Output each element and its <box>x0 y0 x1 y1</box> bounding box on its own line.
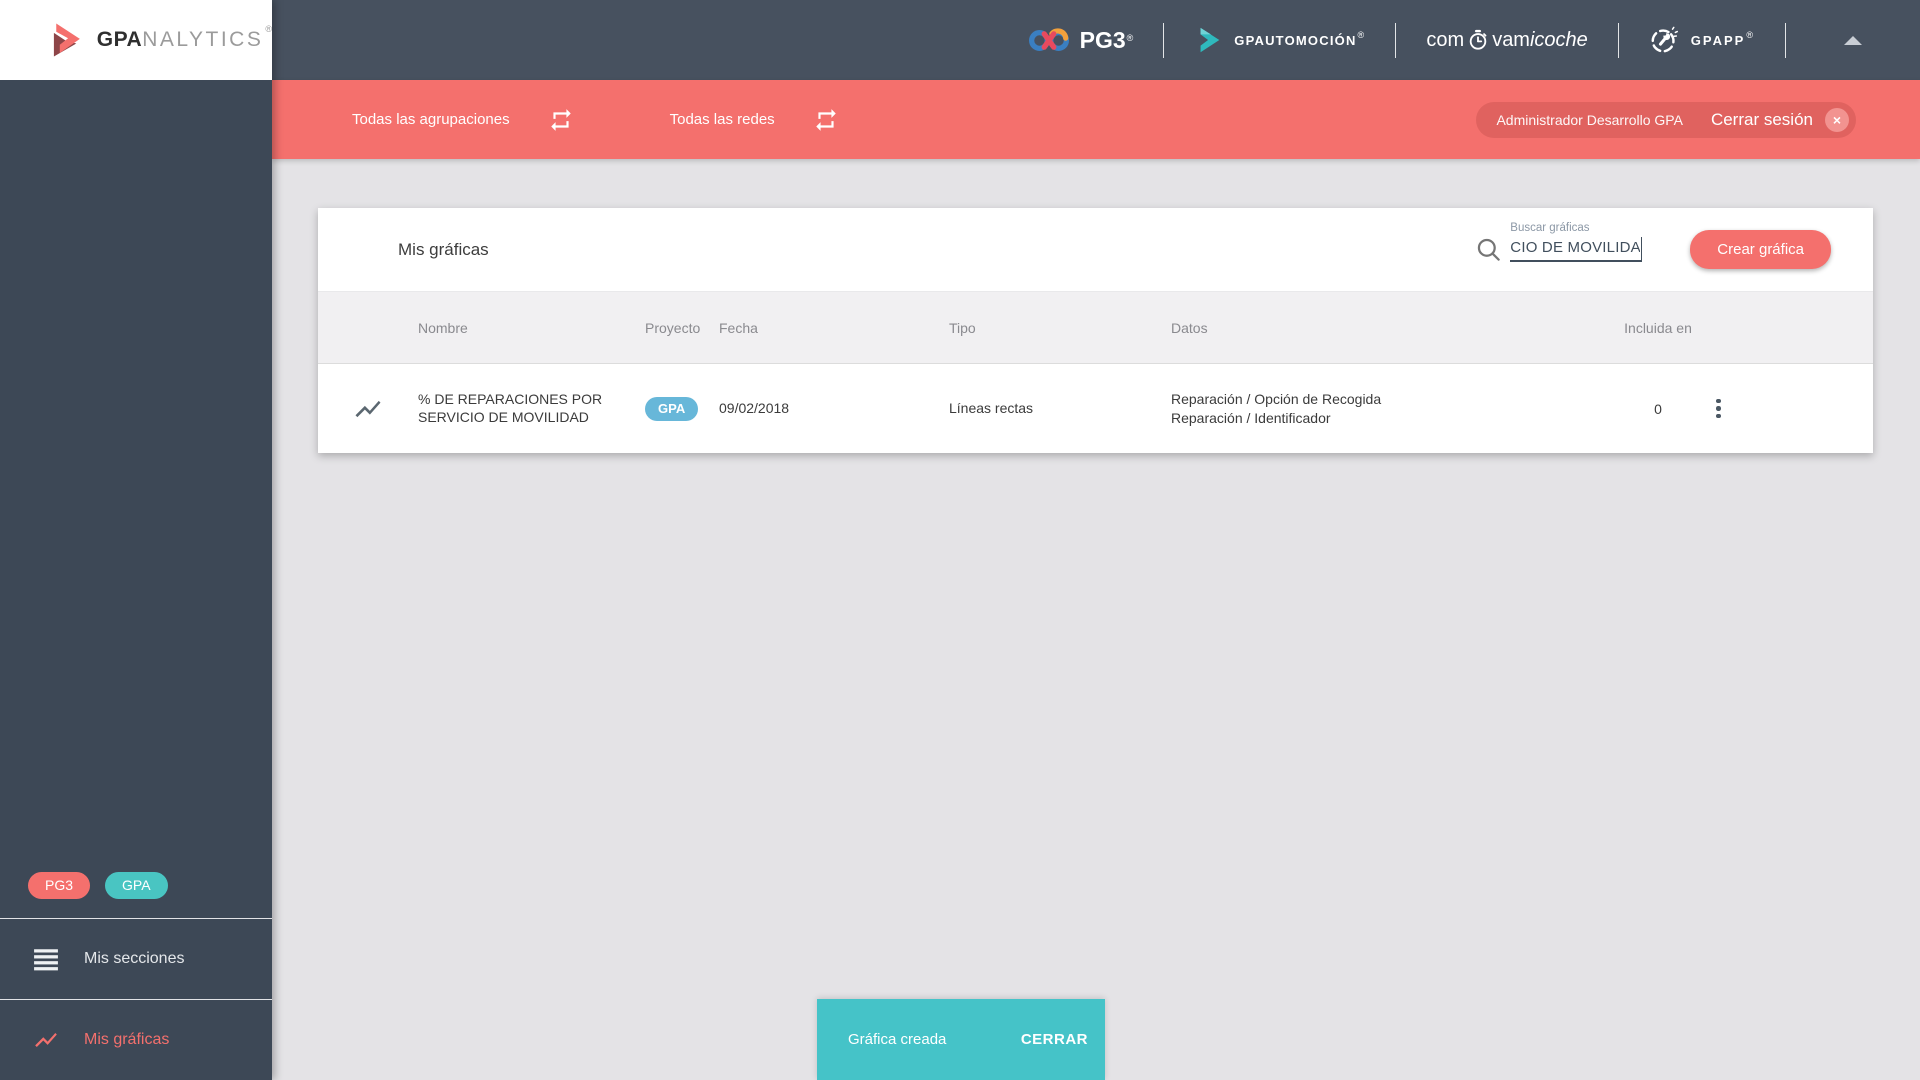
gpanalytics-arrow-icon <box>53 23 80 57</box>
logout-button[interactable]: Cerrar sesión × <box>1710 107 1849 132</box>
table-header-row: Nombre Proyecto Fecha Tipo Datos Incluid… <box>318 291 1873 364</box>
gpapp-wrench-icon <box>1651 26 1678 53</box>
row-data: Reparación / Opción de Recogida Reparaci… <box>1171 390 1382 426</box>
product-label: com <box>1426 28 1465 51</box>
topbar-divider <box>1163 22 1165 58</box>
search-field-label: Buscar gráficas <box>1510 222 1590 234</box>
table-row[interactable]: % DE REPARACIONES POR SERVICIO DE MOVILI… <box>318 364 1873 453</box>
sidebar-bottom: PG3 GPA Mis secciones Mis gráficas <box>0 872 272 1080</box>
product-link-gpautomocion[interactable]: GPAUTOMOCIÓN® <box>1194 25 1365 55</box>
filter-agrupaciones[interactable]: Todas las agrupaciones <box>352 107 574 133</box>
sidebar-item-mis-secciones[interactable]: Mis secciones <box>0 919 272 999</box>
chart-line-icon <box>35 1032 57 1048</box>
row-type: Líneas rectas <box>949 400 1034 417</box>
user-name: Administrador Desarrollo GPA <box>1496 111 1683 128</box>
gpanalytics-logo: GPANALYTICS ® <box>0 0 272 80</box>
sidebar-item-mis-graficas[interactable]: Mis gráficas <box>0 1000 272 1080</box>
gpautomocion-arrow-icon <box>1200 27 1220 53</box>
badge-gpa[interactable]: GPA <box>105 872 168 899</box>
logo-registered-mark: ® <box>265 24 272 34</box>
gpanalytics-logo-text: GPANALYTICS ® <box>96 24 272 52</box>
filter-agrupaciones-label: Todas las agrupaciones <box>352 111 510 128</box>
row-name: % DE REPARACIONES POR SERVICIO DE MOVILI… <box>418 391 603 425</box>
search-field: Buscar gráficas <box>1510 222 1643 262</box>
badge-pg3[interactable]: PG3 <box>28 872 91 899</box>
column-header-fecha: Fecha <box>719 319 758 336</box>
product-label: GPAPP® <box>1690 29 1755 48</box>
pg3-infinity-icon <box>1028 27 1069 51</box>
sidebar: GPANALYTICS ® PG3 GPA Mis secciones Mis g… <box>0 0 272 1080</box>
card-header-actions: Buscar gráficas Crear gráfica <box>1475 222 1831 269</box>
filter-bar: Todas las agrupaciones Todas las redes A… <box>272 80 1920 159</box>
column-header-nombre: Nombre <box>418 319 468 336</box>
create-chart-button[interactable]: Crear gráfica <box>1690 230 1831 269</box>
mis-graficas-card: Mis gráficas Buscar gráficas Crear gráfi… <box>318 208 1873 453</box>
sidebar-item-label: Mis gráficas <box>84 1031 170 1048</box>
snackbar-close-button[interactable]: CERRAR <box>1021 1031 1088 1048</box>
chevron-up-icon[interactable] <box>1844 35 1862 45</box>
topbar-divider <box>1395 22 1397 58</box>
product-label: PG3® <box>1079 26 1134 53</box>
product-label: vamicoche <box>1492 28 1588 51</box>
logout-label: Cerrar sesión <box>1710 109 1813 129</box>
kebab-menu-icon[interactable] <box>1708 394 1729 424</box>
chart-line-icon <box>353 394 383 424</box>
card-header: Mis gráficas Buscar gráficas Crear gráfi… <box>318 208 1873 291</box>
search-input[interactable] <box>1510 237 1643 262</box>
topbar: PG3® GPAUTOMOCIÓN® com vamicoche GPAPP® <box>272 0 1920 80</box>
sidebar-badges: PG3 GPA <box>0 872 272 918</box>
topbar-divider <box>1617 22 1619 58</box>
user-session-pill: Administrador Desarrollo GPA Cerrar sesi… <box>1476 101 1856 138</box>
product-link-pg3[interactable]: PG3® <box>1028 26 1134 54</box>
project-badge: GPA <box>645 396 699 421</box>
swap-icon[interactable] <box>813 107 839 133</box>
product-link-gpapp[interactable]: GPAPP® <box>1649 24 1755 56</box>
column-header-incluida-en: Incluida en <box>1624 319 1692 336</box>
row-included-in: 0 <box>1654 400 1662 417</box>
sidebar-item-label: Mis secciones <box>84 950 185 967</box>
logout-icon: × <box>1825 107 1849 132</box>
snackbar: Gráfica creada CERRAR <box>817 999 1105 1080</box>
column-header-proyecto: Proyecto <box>645 319 701 336</box>
page-title: Mis gráficas <box>398 239 489 259</box>
logo-gpa: GPA <box>96 28 143 51</box>
product-label: GPAUTOMOCIÓN® <box>1234 29 1366 48</box>
menu-lines-icon <box>34 949 58 971</box>
stopwatch-icon <box>1469 29 1487 50</box>
product-link-comovamicoche[interactable]: com vamicoche <box>1426 29 1587 52</box>
filter-redes-label: Todas las redes <box>669 111 775 128</box>
row-date: 09/02/2018 <box>719 400 790 417</box>
column-header-tipo: Tipo <box>949 319 976 336</box>
search-icon[interactable] <box>1475 236 1502 263</box>
filter-redes[interactable]: Todas las redes <box>670 107 839 133</box>
swap-icon[interactable] <box>548 107 574 133</box>
topbar-divider <box>1785 22 1786 58</box>
logo-nalytics: NALYTICS <box>142 28 264 51</box>
snackbar-message: Gráfica creada <box>848 1031 947 1048</box>
column-header-datos: Datos <box>1171 319 1208 336</box>
